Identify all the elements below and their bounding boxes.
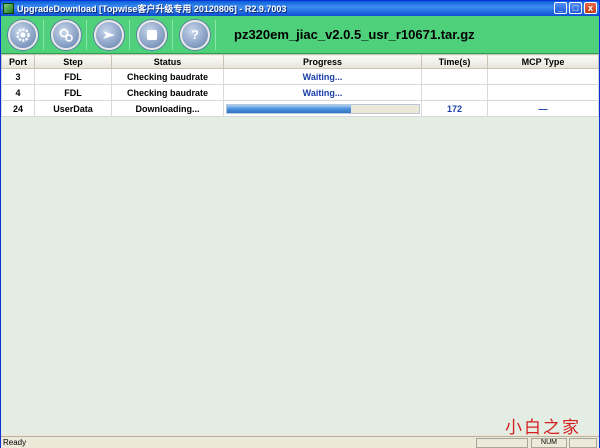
table-row[interactable]: 4 FDL Checking baudrate Waiting... [1, 84, 599, 101]
settings-button[interactable] [8, 19, 38, 50]
cell-mcp-type [487, 68, 599, 85]
column-header-mcp-type[interactable]: MCP Type [487, 54, 599, 69]
cell-progress [223, 100, 422, 117]
cell-status: Checking baudrate [111, 68, 224, 85]
status-bar: Ready NUM [1, 436, 599, 448]
watermark-text: 小白之家 [505, 418, 581, 438]
table-row[interactable]: 24 UserData Downloading... 172 — [1, 100, 599, 117]
cell-mcp-type [487, 84, 599, 101]
window-title: UpgradeDownload [Topwise客户升级专用 20120806]… [17, 4, 287, 14]
toolbar-separator [86, 19, 87, 50]
toolbar-separator [129, 19, 130, 50]
cell-time [421, 84, 488, 101]
status-panel-empty [476, 438, 528, 448]
column-header-progress[interactable]: Progress [223, 54, 422, 69]
stop-icon [147, 29, 157, 40]
toolbar-separator [172, 19, 173, 50]
window-controls: _ □ x [554, 2, 597, 14]
cell-step: UserData [34, 100, 112, 117]
cell-progress: Waiting... [223, 84, 422, 101]
column-header-time[interactable]: Time(s) [421, 54, 488, 69]
toolbar-separator [215, 19, 216, 50]
port-table: Port Step Status Progress Time(s) MCP Ty… [1, 54, 599, 117]
cell-status: Downloading... [111, 100, 224, 117]
help-button[interactable]: ? [180, 19, 210, 50]
toolbar: ? pz320em_jiac_v2.0.5_usr_r10671.tar.gz [1, 16, 599, 54]
cell-step: FDL [34, 68, 112, 85]
progress-bar [225, 103, 420, 114]
column-header-status[interactable]: Status [111, 54, 224, 69]
close-button[interactable]: x [584, 2, 597, 14]
status-panel-empty [569, 438, 597, 448]
options-button[interactable] [51, 19, 81, 50]
cell-port: 4 [1, 84, 35, 101]
cell-step: FDL [34, 84, 112, 101]
table-row[interactable]: 3 FDL Checking baudrate Waiting... [1, 68, 599, 85]
help-icon: ? [191, 27, 199, 42]
column-header-step[interactable]: Step [34, 54, 112, 69]
cell-time [421, 68, 488, 85]
app-window: UpgradeDownload [Topwise客户升级专用 20120806]… [0, 0, 600, 448]
cell-mcp-type: — [487, 100, 599, 117]
cell-port: 3 [1, 68, 35, 85]
minimize-button[interactable]: _ [554, 2, 567, 14]
cell-status: Checking baudrate [111, 84, 224, 101]
cell-port: 24 [1, 100, 35, 117]
package-file-name: pz320em_jiac_v2.0.5_usr_r10671.tar.gz [234, 27, 475, 42]
stop-button[interactable] [137, 19, 167, 50]
progress-bar-fill [226, 104, 352, 113]
table-header: Port Step Status Progress Time(s) MCP Ty… [1, 54, 599, 69]
settings-gears-icon [59, 28, 73, 42]
app-icon [3, 3, 14, 14]
play-arrow-icon [103, 30, 115, 39]
start-button[interactable] [94, 19, 124, 50]
maximize-button[interactable]: □ [569, 2, 582, 14]
port-grid: Port Step Status Progress Time(s) MCP Ty… [1, 54, 599, 434]
status-text: Ready [3, 438, 27, 447]
cell-progress: Waiting... [223, 68, 422, 85]
toolbar-separator [43, 19, 44, 50]
num-lock-indicator: NUM [531, 438, 567, 448]
column-header-port[interactable]: Port [1, 54, 35, 69]
gear-icon [16, 27, 30, 42]
title-bar[interactable]: UpgradeDownload [Topwise客户升级专用 20120806]… [1, 1, 599, 16]
cell-time: 172 [421, 100, 488, 117]
